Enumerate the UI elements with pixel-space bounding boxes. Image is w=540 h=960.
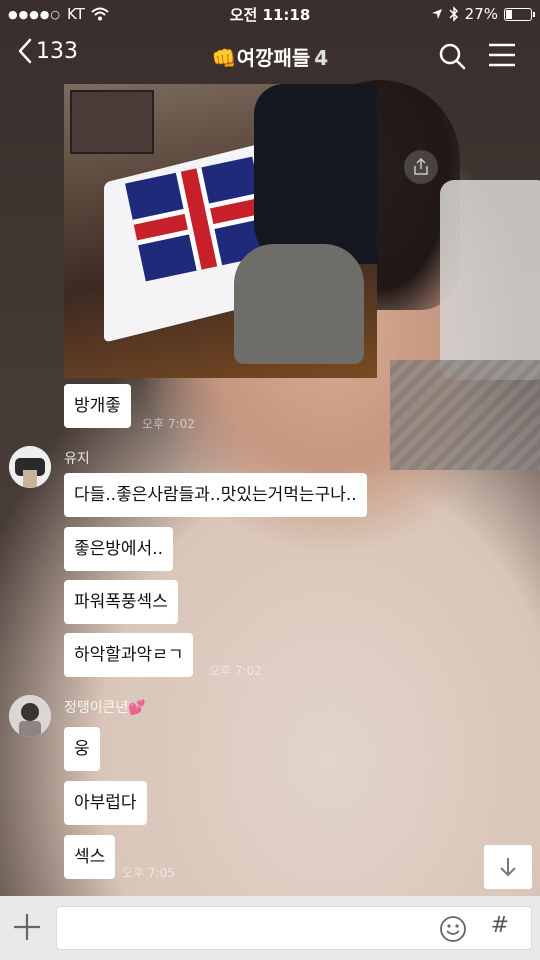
- share-icon: [414, 158, 428, 175]
- message-bubble[interactable]: 다들..좋은사람들과..맛있는거먹는구나..: [64, 473, 367, 517]
- message-bubble[interactable]: 웅: [64, 727, 100, 771]
- battery-percent: 27%: [464, 5, 498, 23]
- message-bubble[interactable]: 방개좋: [64, 384, 131, 428]
- shared-photo-message[interactable]: [64, 84, 377, 378]
- member-count: 4: [314, 46, 329, 70]
- battery-icon: [504, 7, 535, 21]
- message-time: 오후 7:02: [142, 417, 195, 431]
- smiley-icon[interactable]: [439, 915, 467, 943]
- location-arrow-icon: [431, 9, 442, 19]
- avatar-image: [9, 695, 51, 737]
- arrow-down-icon: [500, 858, 516, 877]
- avatar[interactable]: [9, 695, 51, 737]
- photo-chair: [234, 244, 364, 364]
- scroll-to-bottom-button[interactable]: [484, 845, 532, 889]
- fist-emoji-icon: 👊: [211, 46, 237, 70]
- bluetooth-icon: [449, 6, 458, 22]
- message-bubble[interactable]: 섹스: [64, 835, 116, 879]
- photo-wall-art: [70, 90, 154, 154]
- plus-icon[interactable]: [12, 912, 42, 942]
- avatar-image: [9, 446, 51, 488]
- message-bubble[interactable]: 하악할과악ㄹㄱ: [64, 633, 194, 677]
- chat-room-name: 여깡패들: [236, 46, 311, 70]
- sender-name: 정탱이큰년💕: [64, 700, 146, 716]
- message-bubble[interactable]: 아부럽다: [64, 781, 147, 825]
- message-bubble[interactable]: 파워폭풍섹스: [64, 580, 178, 624]
- message-input[interactable]: #: [56, 906, 532, 950]
- sender-name: 유지: [64, 451, 90, 467]
- hashtag-search-button[interactable]: #: [491, 913, 509, 938]
- photo-jacket: [254, 84, 377, 264]
- search-icon[interactable]: [438, 42, 466, 70]
- message-time: 오후 7:05: [122, 866, 175, 880]
- share-button[interactable]: [404, 150, 438, 184]
- chat-header: 133 👊여깡패들 4: [0, 30, 540, 80]
- message-input-bar: #: [0, 896, 540, 960]
- status-bar: ●●●●○ KT 오전 11:18 27%: [0, 0, 540, 28]
- message-bubble[interactable]: 좋은방에서..: [64, 527, 174, 571]
- message-time: 오후 7:02: [209, 664, 262, 678]
- avatar[interactable]: [9, 446, 51, 488]
- hamburger-menu-icon[interactable]: [488, 42, 516, 68]
